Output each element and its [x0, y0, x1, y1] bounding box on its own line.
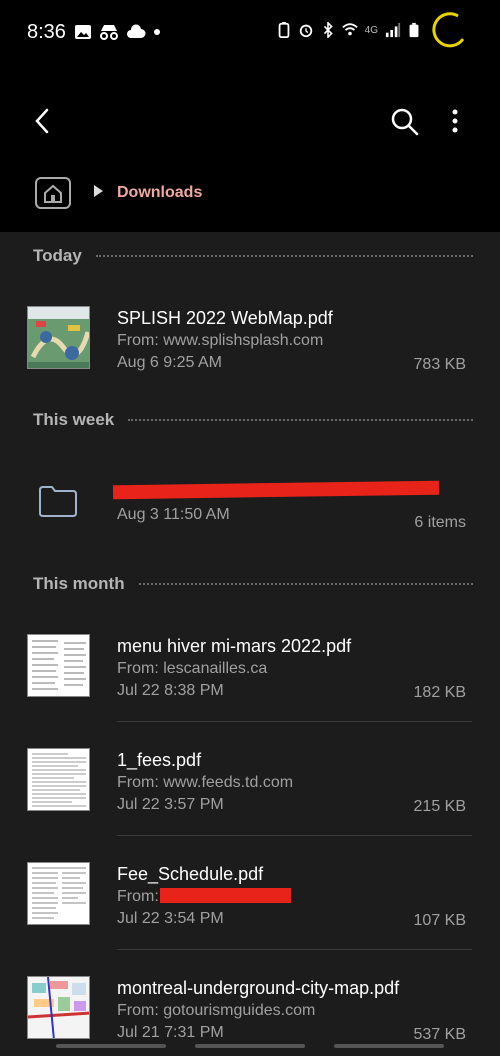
list-item[interactable]: 1_fees.pdf From: www.feeds.td.com Jul 22…: [0, 734, 500, 848]
file-date: Aug 6 9:25 AM: [117, 354, 222, 371]
list-item[interactable]: menu hiver mi-mars 2022.pdf From: lescan…: [0, 620, 500, 734]
file-thumbnail: [27, 306, 90, 369]
back-icon[interactable]: [28, 104, 58, 138]
file-size: 182 KB: [413, 684, 466, 701]
dot-icon: [154, 29, 160, 35]
file-source: From: lescanailles.ca: [117, 660, 268, 677]
file-date: Jul 22 8:38 PM: [117, 682, 224, 699]
home-icon[interactable]: [34, 176, 72, 210]
alarm-icon: [299, 24, 312, 38]
file-thumbnail: [27, 976, 90, 1039]
file-thumbnail: [27, 748, 90, 811]
divider: [117, 835, 472, 836]
section-header-this-week: This week: [33, 410, 473, 430]
incognito-icon: [100, 25, 118, 40]
file-date: Jul 22 3:54 PM: [117, 910, 224, 927]
file-size: 783 KB: [413, 356, 466, 373]
file-name: 1_fees.pdf: [117, 750, 202, 770]
search-icon[interactable]: [388, 104, 422, 138]
status-bar: 8:36 4G: [0, 0, 500, 64]
folder-count: 6 items: [414, 514, 466, 531]
breadcrumb-downloads[interactable]: Downloads: [117, 184, 202, 202]
file-thumbnail: [27, 634, 90, 697]
section-header-this-month: This month: [33, 574, 473, 594]
file-name: menu hiver mi-mars 2022.pdf: [117, 636, 352, 656]
signal-icon: [385, 22, 401, 38]
list-item[interactable]: SPLISH 2022 WebMap.pdf From: www.splishs…: [0, 292, 500, 406]
file-name: SPLISH 2022 WebMap.pdf: [117, 308, 333, 328]
file-date: Jul 22 3:57 PM: [117, 796, 224, 813]
list-item[interactable]: Fee_Schedule.pdf From: Jul 22 3:54 PM 10…: [0, 848, 500, 962]
status-time: 8:36: [27, 21, 66, 43]
folder-date: Aug 3 11:50 AM: [117, 506, 230, 523]
file-source: From: www.feeds.td.com: [117, 774, 294, 791]
divider: [117, 721, 472, 722]
file-name: Fee_Schedule.pdf: [117, 864, 264, 884]
nav-pill-left[interactable]: [56, 1044, 166, 1048]
app-bar: Downloads: [0, 64, 500, 232]
divider: [117, 949, 472, 950]
status-right-icons: 4G: [277, 22, 420, 38]
more-options-icon[interactable]: [442, 104, 468, 138]
file-size: 107 KB: [413, 912, 466, 929]
nav-pill-center[interactable]: [195, 1044, 305, 1048]
gesture-nav-bar[interactable]: [0, 1036, 500, 1056]
file-source: From:: [117, 888, 159, 905]
breadcrumb-arrow-icon: [94, 185, 103, 197]
redaction-bar: [160, 888, 291, 903]
cloud-icon: [127, 24, 146, 38]
file-thumbnail: [27, 862, 90, 925]
bluetooth-icon: [323, 22, 333, 38]
image-icon: [75, 25, 91, 39]
battery-arc-icon: [432, 12, 465, 48]
status-left-icons: [74, 24, 162, 40]
file-size: 215 KB: [413, 798, 466, 815]
section-header-today: Today: [33, 246, 473, 266]
battery-saver-icon: [278, 22, 289, 38]
file-source: From: www.splishsplash.com: [117, 332, 324, 349]
battery-icon: [409, 22, 419, 38]
folder-icon: [39, 486, 77, 517]
file-list[interactable]: Today SPLISH 2022 WebMap.pdf From: www.s…: [0, 232, 500, 1056]
file-name: montreal-underground-city-map.pdf: [117, 978, 400, 998]
nav-pill-right[interactable]: [334, 1044, 444, 1048]
network-type: 4G: [364, 24, 378, 36]
wifi-icon: [341, 23, 358, 36]
file-source: From: gotourismguides.com: [117, 1002, 316, 1019]
